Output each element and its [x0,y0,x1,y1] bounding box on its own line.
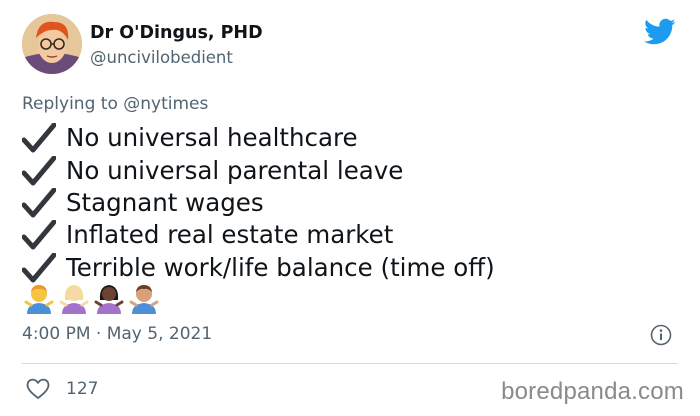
man-shrugging-emoji [24,282,54,314]
woman-shrugging-dark-skin-emoji [94,282,124,314]
heart-icon [26,378,50,400]
meta-separator: · [90,324,107,344]
info-icon[interactable] [650,324,672,346]
reply-mention-link[interactable]: @nytimes [123,94,208,114]
check-mark-icon [22,155,58,186]
list-item-text: Terrible work/life balance (time off) [66,252,495,282]
check-mark-icon [22,220,58,250]
list-item: No universal healthcare [22,122,495,154]
tweet-timestamp[interactable]: 4:00 PM · May 5, 2021 [22,322,212,346]
list-item-text: Inflated real estate market [66,220,394,250]
emoji-row [24,282,159,314]
list-item-text: Stagnant wages [66,187,264,217]
list-item-text: No universal parental leave [66,155,404,185]
list-item: No universal parental leave [22,154,495,186]
check-mark-icon [22,123,58,153]
list-item: Inflated real estate market [22,219,495,251]
list-item-text: No universal healthcare [66,123,358,153]
watermark: boredpanda.com [501,378,684,405]
like-count: 127 [66,379,99,399]
man-shrugging-medium-skin-emoji [129,282,159,314]
twitter-bird-icon[interactable] [644,18,676,46]
check-mark-icon [22,187,58,218]
list-item: Terrible work/life balance (time off) [22,252,495,284]
tweet-card: Dr O'Dingus, PHD @uncivilobedient Replyi… [0,0,700,416]
author-names: Dr O'Dingus, PHD @uncivilobedient [90,22,263,69]
avatar[interactable] [22,14,82,74]
woman-shrugging-emoji [59,282,89,314]
replying-to-label: Replying to [22,94,124,114]
tweet-header: Dr O'Dingus, PHD @uncivilobedient [22,14,682,80]
tweet-date: May 5, 2021 [106,324,213,344]
divider [22,363,678,364]
tweet-time: 4:00 PM [22,324,91,344]
tweet-checklist: No universal healthcare No universal par… [22,122,495,284]
list-item: Stagnant wages [22,187,495,219]
author-handle[interactable]: @uncivilobedient [90,47,263,69]
replying-to: Replying to @nytimes [22,92,208,116]
check-mark-icon [22,252,58,283]
author-display-name[interactable]: Dr O'Dingus, PHD [90,22,263,44]
avatar-image [22,14,82,74]
like-button[interactable]: 127 [26,376,98,402]
